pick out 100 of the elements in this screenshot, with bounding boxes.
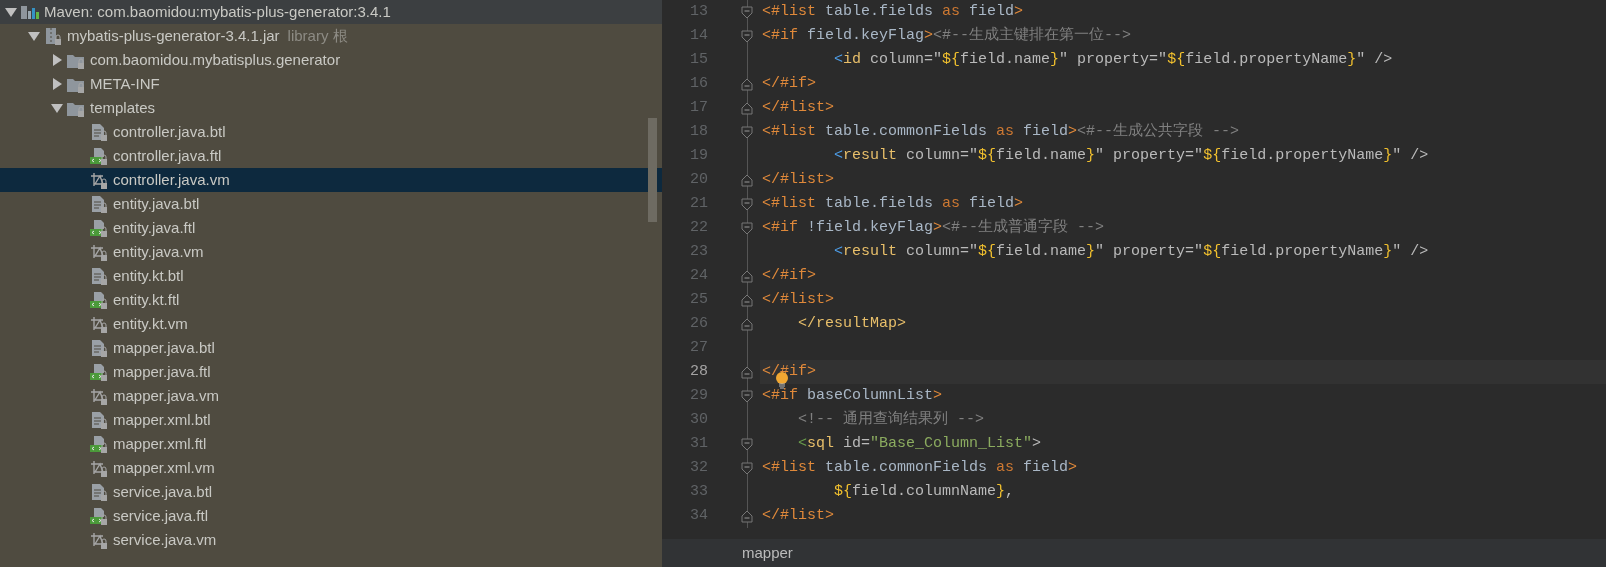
line-number: 30 bbox=[689, 410, 709, 430]
fold-end-icon[interactable] bbox=[741, 293, 753, 307]
expand-arrow-icon[interactable] bbox=[51, 54, 63, 66]
fold-end-icon[interactable] bbox=[741, 269, 753, 283]
template-file-icon bbox=[89, 363, 109, 381]
code-line: <#list table.commonFields as field> bbox=[761, 458, 1079, 478]
code-line: <#if !field.keyFlag><#--生成普通字段 --> bbox=[761, 217, 1106, 238]
tree-item[interactable]: mapper.xml.ftl bbox=[0, 432, 662, 456]
item-label: mapper.xml.vm bbox=[113, 458, 215, 478]
code-line: </#list> bbox=[761, 98, 835, 118]
fold-start-icon[interactable] bbox=[741, 125, 753, 139]
fold-end-icon[interactable] bbox=[741, 317, 753, 331]
tree-item[interactable]: mapper.xml.btl bbox=[0, 408, 662, 432]
line-number: 13 bbox=[689, 2, 709, 22]
item-label: entity.java.vm bbox=[113, 242, 204, 262]
tree-item[interactable]: service.java.vm bbox=[0, 528, 662, 552]
collapse-arrow-icon[interactable] bbox=[51, 102, 63, 114]
tree-item[interactable]: controller.java.btl bbox=[0, 120, 662, 144]
template-file-icon bbox=[89, 147, 109, 165]
line-number: 33 bbox=[689, 482, 709, 502]
scrollbar[interactable] bbox=[648, 118, 657, 222]
code-line: <#list table.commonFields as field><#--生成公共字段 --> bbox=[761, 121, 1241, 142]
item-label: Maven: com.baomidou:mybatis-plus-generator:3.4.1 bbox=[44, 2, 391, 22]
code-line: <id column="${field.name}" property="${field.propertyName}" /> bbox=[833, 50, 1394, 70]
tree-item[interactable]: mapper.java.vm bbox=[0, 384, 662, 408]
tree-item[interactable]: META-INF bbox=[0, 72, 662, 96]
tree-item[interactable]: entity.java.ftl bbox=[0, 216, 662, 240]
fold-end-icon[interactable] bbox=[741, 365, 753, 379]
line-number: 28 bbox=[689, 362, 709, 382]
collapse-arrow-icon[interactable] bbox=[28, 30, 40, 42]
fold-end-icon[interactable] bbox=[741, 77, 753, 91]
line-number: 17 bbox=[689, 98, 709, 118]
fold-end-icon[interactable] bbox=[741, 173, 753, 187]
line-number: 27 bbox=[689, 338, 709, 358]
tree-item[interactable]: entity.java.vm bbox=[0, 240, 662, 264]
fold-start-icon[interactable] bbox=[741, 5, 753, 19]
tree-item[interactable]: entity.kt.btl bbox=[0, 264, 662, 288]
tree-item[interactable]: mapper.java.btl bbox=[0, 336, 662, 360]
fold-start-icon[interactable] bbox=[741, 437, 753, 451]
tree-item[interactable]: controller.java.vm bbox=[0, 168, 662, 192]
tree-item[interactable]: mapper.java.ftl bbox=[0, 360, 662, 384]
tree-item[interactable]: mybatis-plus-generator-3.4.1.jar library 根 bbox=[0, 24, 662, 48]
line-number: 16 bbox=[689, 74, 709, 94]
tree-item[interactable]: com.baomidou.mybatisplus.generator bbox=[0, 48, 662, 72]
item-label: service.java.ftl bbox=[113, 506, 209, 526]
tree-item[interactable]: service.java.btl bbox=[0, 480, 662, 504]
line-number: 32 bbox=[689, 458, 709, 478]
document-icon bbox=[89, 195, 109, 213]
archive-icon bbox=[43, 27, 63, 45]
code-line: </resultMap> bbox=[797, 314, 908, 334]
code-line: <#list table.fields as field> bbox=[761, 2, 1025, 22]
fold-start-icon[interactable] bbox=[741, 461, 753, 475]
fold-start-icon[interactable] bbox=[741, 29, 753, 43]
velocity-icon bbox=[89, 531, 109, 549]
item-label: mapper.java.btl bbox=[113, 338, 215, 358]
collapse-arrow-icon[interactable] bbox=[5, 6, 17, 18]
item-label: service.java.vm bbox=[113, 530, 217, 550]
item-label: mybatis-plus-generator-3.4.1.jar bbox=[67, 26, 280, 46]
item-label: entity.java.btl bbox=[113, 194, 200, 214]
code-line: </#if> bbox=[761, 74, 817, 94]
tree-item[interactable]: controller.java.ftl bbox=[0, 144, 662, 168]
item-label: mapper.java.vm bbox=[113, 386, 219, 406]
tree-item[interactable]: templates bbox=[0, 96, 662, 120]
item-label: entity.kt.btl bbox=[113, 266, 184, 286]
library-icon bbox=[20, 3, 40, 21]
tree-item[interactable]: entity.kt.ftl bbox=[0, 288, 662, 312]
line-number: 31 bbox=[689, 434, 709, 454]
code-line: <#list table.fields as field> bbox=[761, 194, 1025, 214]
code-line: <result column="${field.name}" property="${field.propertyName}" /> bbox=[833, 146, 1430, 166]
line-number: 18 bbox=[689, 122, 709, 142]
template-file-icon bbox=[89, 291, 109, 309]
item-label: controller.java.ftl bbox=[113, 146, 222, 166]
line-number: 15 bbox=[689, 50, 709, 70]
fold-start-icon[interactable] bbox=[741, 197, 753, 211]
item-label: mapper.xml.btl bbox=[113, 410, 211, 430]
tree-item[interactable]: mapper.xml.vm bbox=[0, 456, 662, 480]
fold-start-icon[interactable] bbox=[741, 221, 753, 235]
line-number: 22 bbox=[689, 218, 709, 238]
breadcrumb-item[interactable]: mapper bbox=[742, 541, 793, 565]
template-file-icon bbox=[89, 507, 109, 525]
template-file-icon bbox=[89, 435, 109, 453]
tree-item[interactable]: entity.java.btl bbox=[0, 192, 662, 216]
tree-item[interactable]: service.java.ftl bbox=[0, 504, 662, 528]
code-line: <#if field.keyFlag><#--生成主键排在第一位--> bbox=[761, 25, 1133, 46]
item-label: entity.kt.vm bbox=[113, 314, 188, 334]
item-label: controller.java.btl bbox=[113, 122, 226, 142]
code-line: <result column="${field.name}" property="${field.propertyName}" /> bbox=[833, 242, 1430, 262]
velocity-icon bbox=[89, 315, 109, 333]
fold-start-icon[interactable] bbox=[741, 389, 753, 403]
item-hint: library 根 bbox=[287, 26, 348, 46]
document-icon bbox=[89, 123, 109, 141]
item-label: META-INF bbox=[90, 74, 160, 94]
line-number: 24 bbox=[689, 266, 709, 286]
code-line: </#list> bbox=[761, 170, 835, 190]
expand-arrow-icon[interactable] bbox=[51, 78, 63, 90]
tree-item[interactable]: Maven: com.baomidou:mybatis-plus-generator:3.4.1 bbox=[0, 0, 662, 24]
fold-end-icon[interactable] bbox=[741, 101, 753, 115]
tree-item[interactable]: entity.kt.vm bbox=[0, 312, 662, 336]
velocity-icon bbox=[89, 243, 109, 261]
fold-end-icon[interactable] bbox=[741, 509, 753, 523]
